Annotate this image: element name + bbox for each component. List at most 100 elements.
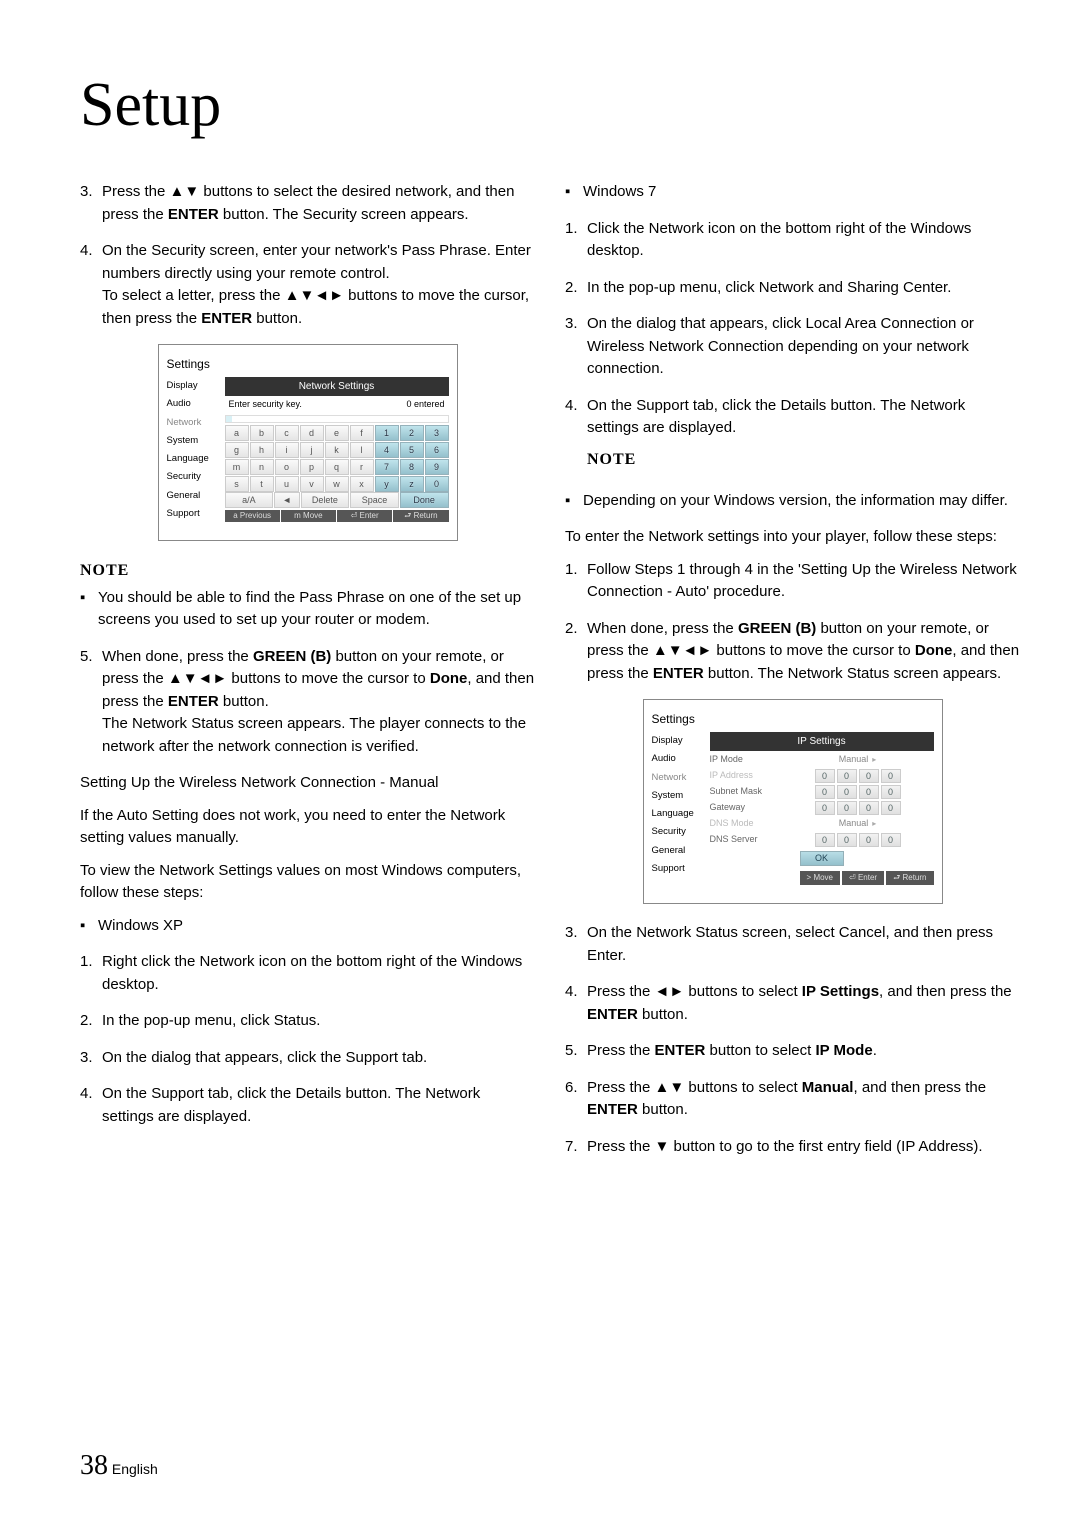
num: 3. xyxy=(80,181,102,226)
num: 6. xyxy=(565,1077,587,1122)
p: The Network Status screen appears. The p… xyxy=(102,713,535,758)
t: , and then press the xyxy=(853,1079,986,1096)
xp-3: 3.On the dialog that appears, click the … xyxy=(80,1047,535,1070)
kb-row: mnopqr789 xyxy=(225,459,449,475)
ip-row: Gateway0000 xyxy=(710,800,934,816)
t: button to select xyxy=(710,1042,816,1059)
note-bullet: ▪Depending on your Windows version, the … xyxy=(565,490,1020,513)
e1: 1.Follow Steps 1 through 4 in the 'Setti… xyxy=(565,559,1020,604)
ok-button: OK xyxy=(800,851,844,866)
menu-item: General xyxy=(167,489,225,503)
num: 1. xyxy=(80,951,102,996)
num: 5. xyxy=(565,1040,587,1063)
key: a/A xyxy=(225,492,274,508)
t: On the dialog that appears, click the Su… xyxy=(102,1047,535,1070)
t: Click the Network icon on the bottom rig… xyxy=(587,218,1020,263)
ip-value: 0000 xyxy=(782,801,934,815)
ip-octet: 0 xyxy=(859,833,879,847)
key: a xyxy=(225,425,249,441)
t: Windows 7 xyxy=(583,181,656,204)
key: y xyxy=(375,476,399,492)
ip-label: IP Address xyxy=(710,769,782,783)
ip-octet: 0 xyxy=(859,769,879,783)
t: Windows XP xyxy=(98,915,183,938)
t: Press the ENTER button to select IP Mode… xyxy=(587,1040,1020,1063)
ip-row: IP ModeManual▸ xyxy=(710,752,934,768)
ip-octet: 0 xyxy=(881,769,901,783)
page-title: Setup xyxy=(80,70,1020,141)
ip-value: Manual▸ xyxy=(782,753,934,767)
hint: ⮐ Return xyxy=(393,510,448,522)
key: 1 xyxy=(375,425,399,441)
menu-item: Network xyxy=(167,416,225,430)
e3: 3.On the Network Status screen, select C… xyxy=(565,922,1020,967)
key: 0 xyxy=(425,476,449,492)
kb-bottom-row: a/A◄DeleteSpaceDone xyxy=(225,492,449,508)
ip-octet: 0 xyxy=(859,801,879,815)
num: 7. xyxy=(565,1136,587,1159)
num: 5. xyxy=(80,646,102,759)
e5: 5.Press the ENTER button to select IP Mo… xyxy=(565,1040,1020,1063)
p: On the Security screen, enter your netwo… xyxy=(102,240,535,285)
key: 6 xyxy=(425,442,449,458)
menu-item: Display xyxy=(167,379,225,393)
fig-main: Network Settings Enter security key.0 en… xyxy=(225,377,449,522)
menu-item: Network xyxy=(652,771,710,785)
key: ◄ xyxy=(274,492,299,508)
note-label: NOTE xyxy=(80,559,535,583)
ip-octet: 0 xyxy=(881,833,901,847)
ip-octet: 0 xyxy=(837,833,857,847)
note-bullet: ▪ You should be able to find the Pass Ph… xyxy=(80,587,535,632)
ip-label: DNS Mode xyxy=(710,817,782,831)
key: 5 xyxy=(400,442,424,458)
xp-2: 2.In the pop-up menu, click Status. xyxy=(80,1010,535,1033)
ip-row: DNS Server0000 xyxy=(710,832,934,848)
e7: 7.Press the ▼ button to go to the first … xyxy=(565,1136,1020,1159)
t: Depending on your Windows version, the i… xyxy=(583,490,1008,513)
key: m xyxy=(225,459,249,475)
t: button. xyxy=(223,693,269,710)
ip-label: Subnet Mask xyxy=(710,785,782,799)
t: When done, press the GREEN (B) button on… xyxy=(587,618,1020,686)
hint: a Previous xyxy=(225,510,280,522)
t: button. xyxy=(642,1101,688,1118)
kw: ENTER xyxy=(587,1101,642,1118)
ip-octet: 0 xyxy=(837,769,857,783)
fig-main: IP Settings IP ModeManual▸IP Address0000… xyxy=(710,732,934,885)
kw: Manual xyxy=(802,1079,854,1096)
key: j xyxy=(300,442,324,458)
entered: 0 entered xyxy=(406,398,444,412)
fig-title: Settings xyxy=(652,710,934,728)
text: When done, press the GREEN (B) button on… xyxy=(102,646,535,759)
kb-row: stuvwxyz0 xyxy=(225,476,449,492)
key: b xyxy=(250,425,274,441)
kb-row: abcdef123 xyxy=(225,425,449,441)
left-column: 3. Press the ▲▼ buttons to select the de… xyxy=(80,181,535,1172)
kw: GREEN (B) xyxy=(253,648,336,665)
key: n xyxy=(250,459,274,475)
e2: 2.When done, press the GREEN (B) button … xyxy=(565,618,1020,686)
menu-item: General xyxy=(652,844,710,858)
para: To view the Network Settings values on m… xyxy=(80,860,535,905)
key: e xyxy=(325,425,349,441)
key: f xyxy=(350,425,374,441)
fig-header: IP Settings xyxy=(710,732,934,751)
ip-value: Manual▸ xyxy=(782,817,934,831)
key: x xyxy=(350,476,374,492)
step-4: 4. On the Security screen, enter your ne… xyxy=(80,240,535,330)
ip-row: DNS ModeManual▸ xyxy=(710,816,934,832)
bullet-icon: ▪ xyxy=(565,490,583,513)
kw: IP Mode xyxy=(815,1042,872,1059)
ip-label: DNS Server xyxy=(710,833,782,847)
p: To select a letter, press the ▲▼◄► butto… xyxy=(102,285,535,330)
fig-header: Network Settings xyxy=(225,377,449,396)
kw: Done xyxy=(430,670,468,687)
key: w xyxy=(325,476,349,492)
key: 8 xyxy=(400,459,424,475)
ip-label: IP Mode xyxy=(710,753,782,767)
ip-rows: IP ModeManual▸IP Address0000Subnet Mask0… xyxy=(710,752,934,848)
ip-value: 0000 xyxy=(782,785,934,799)
win-xp-head: ▪Windows XP xyxy=(80,915,535,938)
key: g xyxy=(225,442,249,458)
key: 3 xyxy=(425,425,449,441)
